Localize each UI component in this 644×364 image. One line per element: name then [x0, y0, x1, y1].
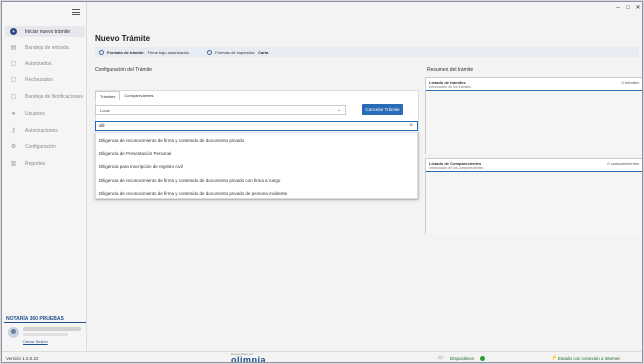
main-content: Nuevo Trámite Formato de trámite: Firma …	[88, 15, 642, 351]
document-check-icon: ▢	[10, 61, 17, 67]
sidebar-item-label: Bandeja de Notificaciones	[25, 93, 83, 100]
procedures-list-body	[426, 91, 642, 154]
app-version: Versión 1.0.0.22	[6, 356, 39, 361]
gear-icon: ⚙	[10, 144, 17, 150]
config-tabs: Trámites Comparecientes	[95, 91, 158, 100]
sidebar-item-inbox[interactable]: ▤ Bandeja de entrada	[5, 42, 85, 53]
format-value: Firma bajo autorización	[147, 49, 190, 55]
sidebar-item-reports[interactable]: ▥ Reportes	[5, 158, 85, 169]
cancel-procedure-button[interactable]: Cancelar Trámite	[362, 104, 403, 115]
appearers-summary-card: Listado de Comparecientes Información de…	[425, 158, 642, 234]
divider	[4, 322, 86, 323]
list-item[interactable]: Diligencia para Inscripción de registro …	[99, 164, 183, 169]
list-item[interactable]: Diligencia de Presentación Personal	[99, 151, 171, 156]
settings-circle-icon	[99, 49, 104, 55]
appearers-count: 0 comparecientes	[607, 161, 639, 166]
inbox-icon: ▤	[10, 45, 17, 51]
user-name-redacted	[23, 327, 81, 331]
bell-document-icon: ▢	[10, 94, 17, 100]
list-item[interactable]: Diligencia de reconocimiento de firma y …	[99, 178, 280, 183]
user-icon: ●	[11, 110, 16, 117]
summary-section-title: Resumen del trámite	[427, 67, 474, 73]
page-title: Nuevo Trámite	[95, 34, 151, 43]
connection-status: Estado con conexión a internet	[558, 356, 620, 361]
procedure-info-bar: Formato de trámite: Firma bajo autorizac…	[95, 47, 639, 57]
devices-status-dot	[480, 356, 485, 361]
search-value: dili	[99, 123, 105, 128]
procedures-list-subtitle: Información de los trámites	[429, 85, 472, 89]
tab-procedures[interactable]: Trámites	[95, 91, 121, 100]
sidebar-item-new-procedure[interactable]: + Iniciar nuevo trámite	[5, 26, 85, 37]
title-bar: – □ ✕	[2, 2, 642, 15]
logout-link[interactable]: Cerrar Sesión	[23, 339, 48, 344]
list-item[interactable]: Diligencia de reconocimiento de firma y …	[99, 191, 287, 196]
plus-circle-icon: +	[10, 28, 17, 35]
document-x-icon: ▢	[10, 77, 17, 83]
devices-icon: ▭	[438, 355, 443, 361]
sidebar-item-authorizations[interactable]: ⚷ Autorizaciones	[5, 125, 85, 136]
devices-link[interactable]: Dispositivos	[450, 356, 474, 361]
procedures-summary-card: Listado de trámites Información de los t…	[425, 77, 642, 154]
minimize-button[interactable]: –	[614, 4, 622, 12]
print-format-label: Formato de impresión:	[215, 49, 256, 55]
sidebar-item-label: Configuración	[25, 143, 56, 150]
user-email-redacted	[23, 333, 68, 336]
sidebar-item-label: Bandeja de entrada	[25, 44, 69, 51]
sidebar-item-settings[interactable]: ⚙ Configuración	[5, 141, 85, 152]
procedure-suggestions-list: Diligencia de reconocimiento de firma y …	[95, 132, 418, 199]
location-select[interactable]: Local ⌄	[95, 105, 346, 115]
sidebar-item-label: Iniciar nuevo trámite	[25, 28, 71, 35]
close-button[interactable]: ✕	[634, 4, 642, 12]
procedures-count: 0 trámites	[621, 80, 639, 85]
list-item[interactable]: Diligencia de reconocimiento de firma y …	[99, 138, 244, 143]
avatar	[8, 327, 19, 338]
config-section-title: Configuración del Trámite	[95, 67, 152, 73]
sidebar-item-label: Autorizaciones	[25, 127, 58, 134]
tab-appearers[interactable]: Comparecientes	[120, 91, 157, 100]
app-window: – □ ✕ + Iniciar nuevo trámite ▤ Bandeja …	[1, 1, 643, 363]
print-format-value: Carta	[258, 49, 269, 55]
sidebar-item-label: Autorizados	[25, 60, 52, 67]
sidebar-item-label: Rechazados	[25, 76, 53, 83]
bar-chart-icon: ▥	[10, 161, 17, 167]
wifi-icon: ⚡	[551, 355, 558, 361]
chevron-down-icon: ⌄	[336, 107, 341, 113]
hamburger-menu-icon[interactable]	[72, 9, 80, 15]
sidebar-item-authorized[interactable]: ▢ Autorizados	[5, 58, 85, 69]
format-label: Formato de trámite:	[107, 49, 145, 55]
sidebar-item-notifications[interactable]: ▢ Bandeja de Notificaciones	[5, 91, 85, 102]
sidebar-item-label: Usuarios	[25, 110, 45, 117]
sidebar-item-rejected[interactable]: ▢ Rechazados	[5, 74, 85, 85]
printer-circle-icon	[207, 49, 213, 55]
sidebar-item-users[interactable]: ● Usuarios	[5, 108, 85, 119]
appearers-list-body	[426, 172, 642, 234]
status-bar: Versión 1.0.0.22 Desarrollado por olimpi…	[2, 351, 642, 363]
key-icon: ⚷	[11, 128, 16, 134]
location-select-value: Local	[100, 108, 110, 113]
sidebar: + Iniciar nuevo trámite ▤ Bandeja de ent…	[2, 2, 87, 351]
procedure-search-input[interactable]: dili ×	[95, 121, 418, 131]
clear-icon[interactable]: ×	[409, 122, 413, 130]
maximize-button[interactable]: □	[624, 4, 632, 12]
sidebar-item-label: Reportes	[25, 160, 46, 167]
olimpia-logo: olimpia	[231, 355, 267, 363]
appearers-list-subtitle: Información de los comparecientes	[429, 166, 484, 170]
